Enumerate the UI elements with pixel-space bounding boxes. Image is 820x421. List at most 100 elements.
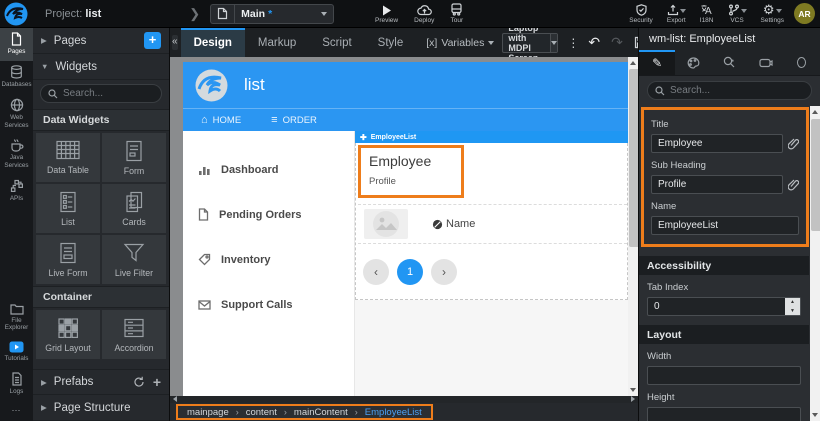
branch-icon xyxy=(728,4,740,16)
subheading-field-input[interactable] xyxy=(651,175,783,194)
breadcrumb-item-maincontent[interactable]: mainContent xyxy=(294,407,348,418)
prev-page-button[interactable]: ‹ xyxy=(363,259,389,285)
pagination: ‹ 1 › xyxy=(363,259,627,285)
rail-item-logs[interactable]: Logs xyxy=(0,368,33,401)
current-page-button[interactable]: 1 xyxy=(397,259,423,285)
scroll-left-icon[interactable] xyxy=(173,396,177,402)
width-field-input[interactable] xyxy=(647,366,801,385)
settings-button[interactable]: ⚙ Settings xyxy=(761,4,785,24)
widget-tile-cards[interactable]: Cards xyxy=(102,184,166,233)
title-field-input[interactable] xyxy=(651,134,783,153)
scroll-up-icon[interactable] xyxy=(812,110,818,114)
move-widget-icon: ✚ xyxy=(360,133,367,142)
selected-widget-tag[interactable]: ✚ EmployeeList xyxy=(355,131,628,143)
page-selector[interactable]: Main * xyxy=(210,4,334,24)
widget-tile-list[interactable]: List xyxy=(36,184,100,233)
vcs-button[interactable]: VCS xyxy=(728,4,747,24)
nav-item-order[interactable]: ≡ORDER xyxy=(271,114,317,126)
tab-outline[interactable] xyxy=(784,50,820,75)
rail-item-file-explorer[interactable]: File Explorer xyxy=(0,299,33,338)
widget-tile-form[interactable]: Form xyxy=(102,133,166,182)
preview-button[interactable]: Preview xyxy=(375,4,398,24)
scroll-down-icon[interactable] xyxy=(630,388,636,392)
sidebar-item-dashboard[interactable]: Dashboard xyxy=(183,147,354,192)
tab-device[interactable] xyxy=(748,50,784,75)
step-down-icon[interactable]: ▼ xyxy=(785,307,800,316)
height-field-input[interactable] xyxy=(647,407,801,421)
canvas-vertical-scrollbar[interactable] xyxy=(628,57,638,396)
rail-item-java-services[interactable]: Java Services xyxy=(0,134,33,175)
nav-item-home[interactable]: ⌂HOME xyxy=(201,114,241,126)
tab-inspect[interactable] xyxy=(711,50,747,75)
unsaved-marker: * xyxy=(268,8,272,20)
sidebar-item-support-calls[interactable]: Support Calls xyxy=(183,282,354,327)
step-up-icon[interactable]: ▲ xyxy=(785,298,800,307)
scrollbar-thumb[interactable] xyxy=(629,69,638,247)
page-structure-row[interactable]: ▶ Page Structure xyxy=(33,395,169,421)
property-search-input[interactable] xyxy=(670,85,760,96)
device-selector[interactable]: Laptop with MDPI Screen xyxy=(502,33,558,53)
rail-item-databases[interactable]: Databases xyxy=(0,61,33,94)
tab-design[interactable]: Design xyxy=(181,28,245,57)
employee-list-widget[interactable]: Employee Profile Name xyxy=(355,143,628,300)
layout-section-header[interactable]: Layout xyxy=(639,325,809,344)
breadcrumb-item-mainpage[interactable]: mainpage xyxy=(187,407,229,418)
scrollbar-thumb[interactable] xyxy=(811,119,820,231)
scroll-right-icon[interactable] xyxy=(631,396,635,402)
wavemaker-logo-icon[interactable] xyxy=(3,1,29,27)
refresh-icon[interactable] xyxy=(133,376,145,388)
collapse-left-panel-icon[interactable]: « xyxy=(172,35,178,50)
next-page-button[interactable]: › xyxy=(431,259,457,285)
add-page-button[interactable]: + xyxy=(144,32,161,49)
tab-script[interactable]: Script xyxy=(309,28,364,57)
rail-item-apis[interactable]: APIs xyxy=(0,175,33,208)
widget-search[interactable] xyxy=(40,84,162,103)
list-item-row[interactable]: Name xyxy=(358,204,627,244)
sidebar-item-inventory[interactable]: Inventory xyxy=(183,237,354,282)
variables-button[interactable]: [x] Variables xyxy=(426,28,494,57)
logs-icon xyxy=(11,372,23,386)
bind-link-icon[interactable] xyxy=(788,138,799,150)
rail-item-web-services[interactable]: Web Services xyxy=(0,94,33,135)
rail-overflow-icon[interactable]: ⋯ xyxy=(0,401,33,421)
breadcrumb-item-employeelist[interactable]: EmployeeList xyxy=(365,407,422,418)
scroll-down-icon[interactable] xyxy=(812,413,818,417)
canvas-horizontal-scrollbar[interactable] xyxy=(170,396,638,403)
redo-icon[interactable]: ↷ xyxy=(611,34,623,51)
tab-properties[interactable]: ✎ xyxy=(639,50,675,75)
i18n-button[interactable]: A I18N xyxy=(700,4,714,24)
tab-index-input[interactable] xyxy=(648,298,785,315)
inspector-tabs: ✎ xyxy=(639,50,820,76)
widget-tile-grid-layout[interactable]: Grid Layout xyxy=(36,310,100,359)
tab-markup[interactable]: Markup xyxy=(245,28,309,57)
add-prefab-icon[interactable]: + xyxy=(153,374,161,390)
widget-tile-live-form[interactable]: Live Form xyxy=(36,235,100,284)
widget-tile-live-filter[interactable]: Live Filter xyxy=(102,235,166,284)
sidebar-item-pending-orders[interactable]: Pending Orders xyxy=(183,192,354,237)
page-dropdown[interactable]: Main * xyxy=(234,4,334,24)
inspector-scrollbar[interactable] xyxy=(810,106,820,421)
tour-button[interactable]: Tour xyxy=(450,4,463,24)
more-options-icon[interactable]: ⋮ xyxy=(567,28,579,57)
breadcrumb-item-content[interactable]: content xyxy=(246,407,277,418)
prefabs-section-row[interactable]: ▶ Prefabs + xyxy=(33,369,169,395)
widget-tile-accordion[interactable]: Accordion xyxy=(102,310,166,359)
security-button[interactable]: Security xyxy=(629,4,652,24)
pages-section-row[interactable]: ▶ Pages + xyxy=(33,28,169,54)
export-button[interactable]: Export xyxy=(667,4,686,24)
accessibility-section-header[interactable]: Accessibility xyxy=(639,256,809,275)
bind-link-icon[interactable] xyxy=(788,179,799,191)
collapsed-arrow-icon: ▶ xyxy=(41,36,47,45)
widget-tile-data-table[interactable]: Data Table xyxy=(36,133,100,182)
widgets-section-row[interactable]: ▼ Widgets xyxy=(33,54,169,80)
name-field-input[interactable] xyxy=(651,216,799,235)
rail-item-pages[interactable]: Pages xyxy=(0,28,33,61)
tab-styles[interactable] xyxy=(675,50,711,75)
undo-icon[interactable]: ↶ xyxy=(588,34,600,51)
widget-search-input[interactable] xyxy=(63,88,153,99)
tab-style[interactable]: Style xyxy=(365,28,417,57)
rail-item-tutorials[interactable]: Tutorials xyxy=(0,337,33,368)
deploy-button[interactable]: Deploy xyxy=(414,4,434,24)
avatar[interactable]: AR xyxy=(794,3,815,24)
scroll-up-icon[interactable] xyxy=(630,61,636,65)
